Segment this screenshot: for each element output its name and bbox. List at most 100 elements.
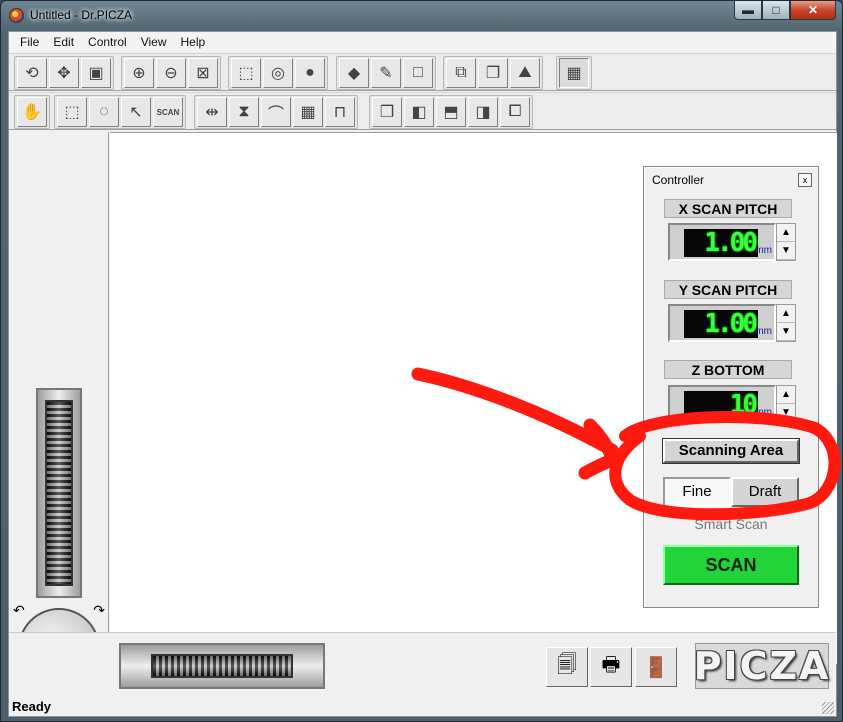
rotate-icon[interactable]: ⟲ [17, 58, 47, 88]
z-bottom-down-button[interactable]: ▼ [777, 404, 795, 422]
landscape-icon[interactable]: ⛰ [510, 58, 540, 88]
wireframe-icon[interactable]: ⬚ [231, 58, 261, 88]
print-icon[interactable]: 🖶 [590, 647, 632, 687]
exit-door-icon[interactable]: 🚪 [635, 647, 677, 687]
remote-icon[interactable]: ▦ [559, 58, 589, 88]
grid-icon[interactable]: ▦ [293, 97, 323, 127]
controller-close-button[interactable]: x [798, 173, 812, 187]
fine-button[interactable]: Fine [663, 477, 731, 507]
status-bar: Ready [9, 696, 836, 716]
x-pitch-down-button[interactable]: ▼ [777, 242, 795, 260]
wheel-grip [151, 654, 293, 678]
toolbar-group-geometry: ⇹ ⧗ ⌒ ▦ ⊓ [194, 95, 358, 129]
controller-title: Controller [652, 173, 705, 187]
left-control-panel: ↶ ↷ [9, 132, 109, 690]
maximize-button[interactable]: □ [762, 1, 790, 20]
bottom-bar: 🗐 🖶 🚪 PICZA [9, 632, 836, 696]
x-scan-pitch-unit: mm [755, 245, 772, 256]
toolbar-group-remote: ▦ [556, 56, 592, 90]
app-icon[interactable] [9, 8, 24, 23]
resize-grip[interactable] [822, 702, 834, 714]
minimize-button[interactable]: ▬ [734, 1, 762, 20]
scanning-area-button[interactable]: Scanning Area [662, 438, 800, 464]
toolbar-group-select: ⬚ ◌ ↖ SCAN [54, 95, 186, 129]
client-area: File Edit Control View Help ⟲ ✥ ▣ ⊕ ⊖ ⊠ … [8, 31, 837, 717]
menu-help[interactable]: Help [174, 35, 213, 49]
move-icon[interactable]: ✥ [49, 58, 79, 88]
arc-icon[interactable]: ⌒ [261, 97, 291, 127]
toolbar-group-zoom: ⊕ ⊖ ⊠ [121, 56, 221, 90]
y-scan-pitch-label: Y SCAN PITCH [664, 280, 792, 299]
toolbar-group-navigate: ⟲ ✥ ▣ [14, 56, 114, 90]
scan-button[interactable]: SCAN [663, 545, 799, 585]
zoom-fit-icon[interactable]: ⊠ [188, 58, 218, 88]
edit-toolbar: ✋ ⬚ ◌ ↖ SCAN ⇹ ⧗ ⌒ ▦ ⊓ ❒ ◧ ⬒ ◨ ⧠ [9, 92, 836, 130]
lasso-select-icon[interactable]: ◌ [89, 97, 119, 127]
mirror-icon[interactable]: ⧗ [229, 97, 259, 127]
y-pitch-down-button[interactable]: ▼ [777, 323, 795, 341]
paint-bucket-icon[interactable]: ◆ [339, 58, 369, 88]
cube-export-icon[interactable]: ⧉ [446, 58, 476, 88]
box-view-icon[interactable]: ▣ [81, 58, 111, 88]
menu-file[interactable]: File [13, 35, 46, 49]
menu-view[interactable]: View [134, 35, 174, 49]
toolbar-group-shading: ⬚ ◎ ● [228, 56, 328, 90]
main-toolbar: ⟲ ✥ ▣ ⊕ ⊖ ⊠ ⬚ ◎ ● ◆ ✎ □ ⧉ ❐ ⛰ ▦ [9, 53, 836, 91]
status-text: Ready [12, 698, 52, 714]
caption-buttons: ▬ □ ✕ [734, 1, 836, 20]
z-bottom-readout: 10 mm [668, 385, 776, 423]
flat-shade-icon[interactable]: ◎ [263, 58, 293, 88]
controller-panel: Controller x X SCAN PITCH 1.00 mm ▲ ▼ Y … [643, 166, 819, 608]
x-pitch-up-button[interactable]: ▲ [777, 224, 795, 242]
toolbar-group-hand: ✋ [14, 95, 50, 129]
horizontal-rotation-wheel[interactable] [119, 643, 325, 689]
z-bottom-unit: mm [755, 407, 772, 418]
close-button[interactable]: ✕ [790, 1, 836, 20]
wheel-grip [45, 400, 73, 586]
hand-icon[interactable]: ✋ [17, 97, 47, 127]
cube-top-icon[interactable]: ⬒ [436, 97, 466, 127]
save-stack-icon[interactable]: 🗐 [546, 647, 588, 687]
cube-iso-icon[interactable]: ⧠ [500, 97, 530, 127]
blank-icon[interactable]: □ [403, 58, 433, 88]
cube-side-icon[interactable]: ◧ [404, 97, 434, 127]
title-bar: Untitled - Dr.PICZA ▬ □ ✕ [1, 1, 842, 31]
rect-select-icon[interactable]: ⬚ [57, 97, 87, 127]
z-bottom-label: Z BOTTOM [664, 360, 792, 379]
cube-front-icon[interactable]: ❒ [372, 97, 402, 127]
measure-icon[interactable]: ⊓ [325, 97, 355, 127]
y-scan-pitch-unit: mm [755, 326, 772, 337]
x-scan-pitch-value: 1.00 [684, 229, 758, 257]
x-scan-pitch-label: X SCAN PITCH [664, 199, 792, 218]
y-scan-pitch-spinner: ▲ ▼ [776, 304, 796, 342]
x-scan-pitch-readout: 1.00 mm [668, 223, 776, 261]
smooth-shade-icon[interactable]: ● [295, 58, 325, 88]
x-scan-pitch-spinner: ▲ ▼ [776, 223, 796, 261]
toolbar-group-views: ❒ ◧ ⬒ ◨ ⧠ [369, 95, 533, 129]
brush-icon[interactable]: ✎ [371, 58, 401, 88]
flip-horizontal-icon[interactable]: ⇹ [197, 97, 227, 127]
z-bottom-spinner: ▲ ▼ [776, 385, 796, 423]
draft-button[interactable]: Draft [731, 477, 799, 507]
z-bottom-value: 10 [684, 391, 758, 419]
y-scan-pitch-readout: 1.00 mm [668, 304, 776, 342]
picza-logo: PICZA [693, 643, 831, 689]
copy-icon[interactable]: ❐ [478, 58, 508, 88]
scan-select-icon[interactable]: SCAN [153, 97, 183, 127]
window-title: Untitled - Dr.PICZA [30, 8, 133, 22]
y-pitch-up-button[interactable]: ▲ [777, 305, 795, 323]
z-bottom-up-button[interactable]: ▲ [777, 386, 795, 404]
y-scan-pitch-value: 1.00 [684, 310, 758, 338]
smart-scan-button[interactable]: Smart Scan [663, 511, 799, 531]
app-window: Untitled - Dr.PICZA ▬ □ ✕ File Edit Cont… [0, 0, 843, 722]
zoom-in-icon[interactable]: ⊕ [124, 58, 154, 88]
menu-control[interactable]: Control [81, 35, 134, 49]
toolbar-group-paint: ◆ ✎ □ [336, 56, 436, 90]
zoom-out-icon[interactable]: ⊖ [156, 58, 186, 88]
arrow-select-icon[interactable]: ↖ [121, 97, 151, 127]
menu-bar: File Edit Control View Help [9, 32, 836, 52]
menu-edit[interactable]: Edit [46, 35, 81, 49]
cube-back-icon[interactable]: ◨ [468, 97, 498, 127]
toolbar-group-export: ⧉ ❐ ⛰ [443, 56, 543, 90]
vertical-rotation-wheel[interactable] [36, 388, 82, 598]
